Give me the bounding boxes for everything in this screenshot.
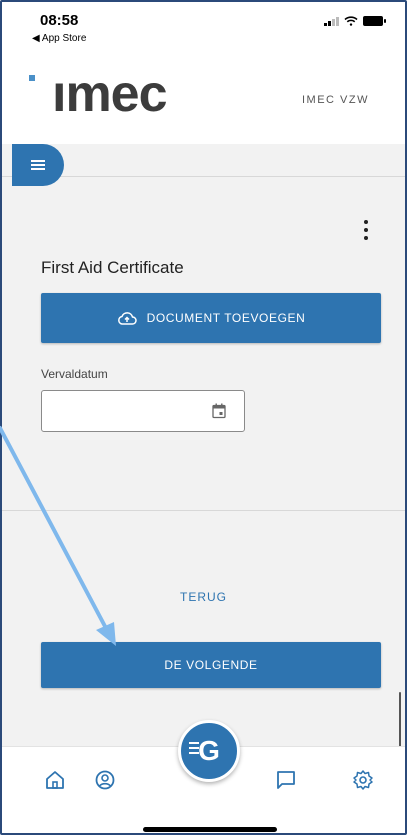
hamburger-icon bbox=[31, 160, 45, 170]
document-title: First Aid Certificate bbox=[41, 258, 184, 277]
speed-lines-icon bbox=[189, 747, 199, 749]
organization-name: IMEC VZW bbox=[302, 94, 369, 106]
signal-icon bbox=[324, 16, 339, 26]
back-button[interactable]: TERUG bbox=[2, 590, 405, 604]
cloud-upload-icon bbox=[117, 312, 137, 325]
expiry-date-input[interactable] bbox=[41, 390, 245, 432]
scrollbar[interactable] bbox=[399, 692, 401, 752]
status-icons bbox=[324, 16, 386, 26]
app-frame: 08:58 ◀ App Store ımec IMEC VZW First Ai… bbox=[0, 0, 407, 835]
back-to-app-store-link[interactable]: ◀ App Store bbox=[32, 33, 86, 44]
calendar-icon[interactable] bbox=[212, 403, 226, 419]
chat-icon[interactable] bbox=[275, 769, 297, 791]
status-bar: 08:58 ◀ App Store bbox=[2, 2, 405, 52]
logo-accent bbox=[29, 75, 35, 81]
add-document-label: DOCUMENT TOEVOEGEN bbox=[146, 311, 306, 325]
divider bbox=[2, 510, 405, 511]
imec-logo: ımec bbox=[52, 65, 168, 123]
battery-icon bbox=[363, 16, 386, 26]
wifi-icon bbox=[344, 16, 358, 26]
g-logo-button[interactable]: G bbox=[178, 720, 240, 782]
settings-icon[interactable] bbox=[352, 769, 374, 791]
add-document-button[interactable]: DOCUMENT TOEVOEGEN bbox=[41, 293, 381, 343]
menu-button[interactable] bbox=[12, 144, 64, 186]
g-logo-label: G bbox=[198, 735, 220, 766]
home-icon[interactable] bbox=[44, 769, 66, 791]
status-time: 08:58 bbox=[40, 12, 79, 29]
next-button-label: DE VOLGENDE bbox=[164, 658, 258, 672]
more-options-icon[interactable] bbox=[360, 220, 372, 240]
next-button[interactable]: DE VOLGENDE bbox=[41, 642, 381, 688]
divider bbox=[2, 176, 405, 177]
home-indicator bbox=[143, 827, 277, 832]
profile-icon[interactable] bbox=[94, 769, 116, 791]
expiry-date-label: Vervaldatum bbox=[41, 367, 108, 381]
